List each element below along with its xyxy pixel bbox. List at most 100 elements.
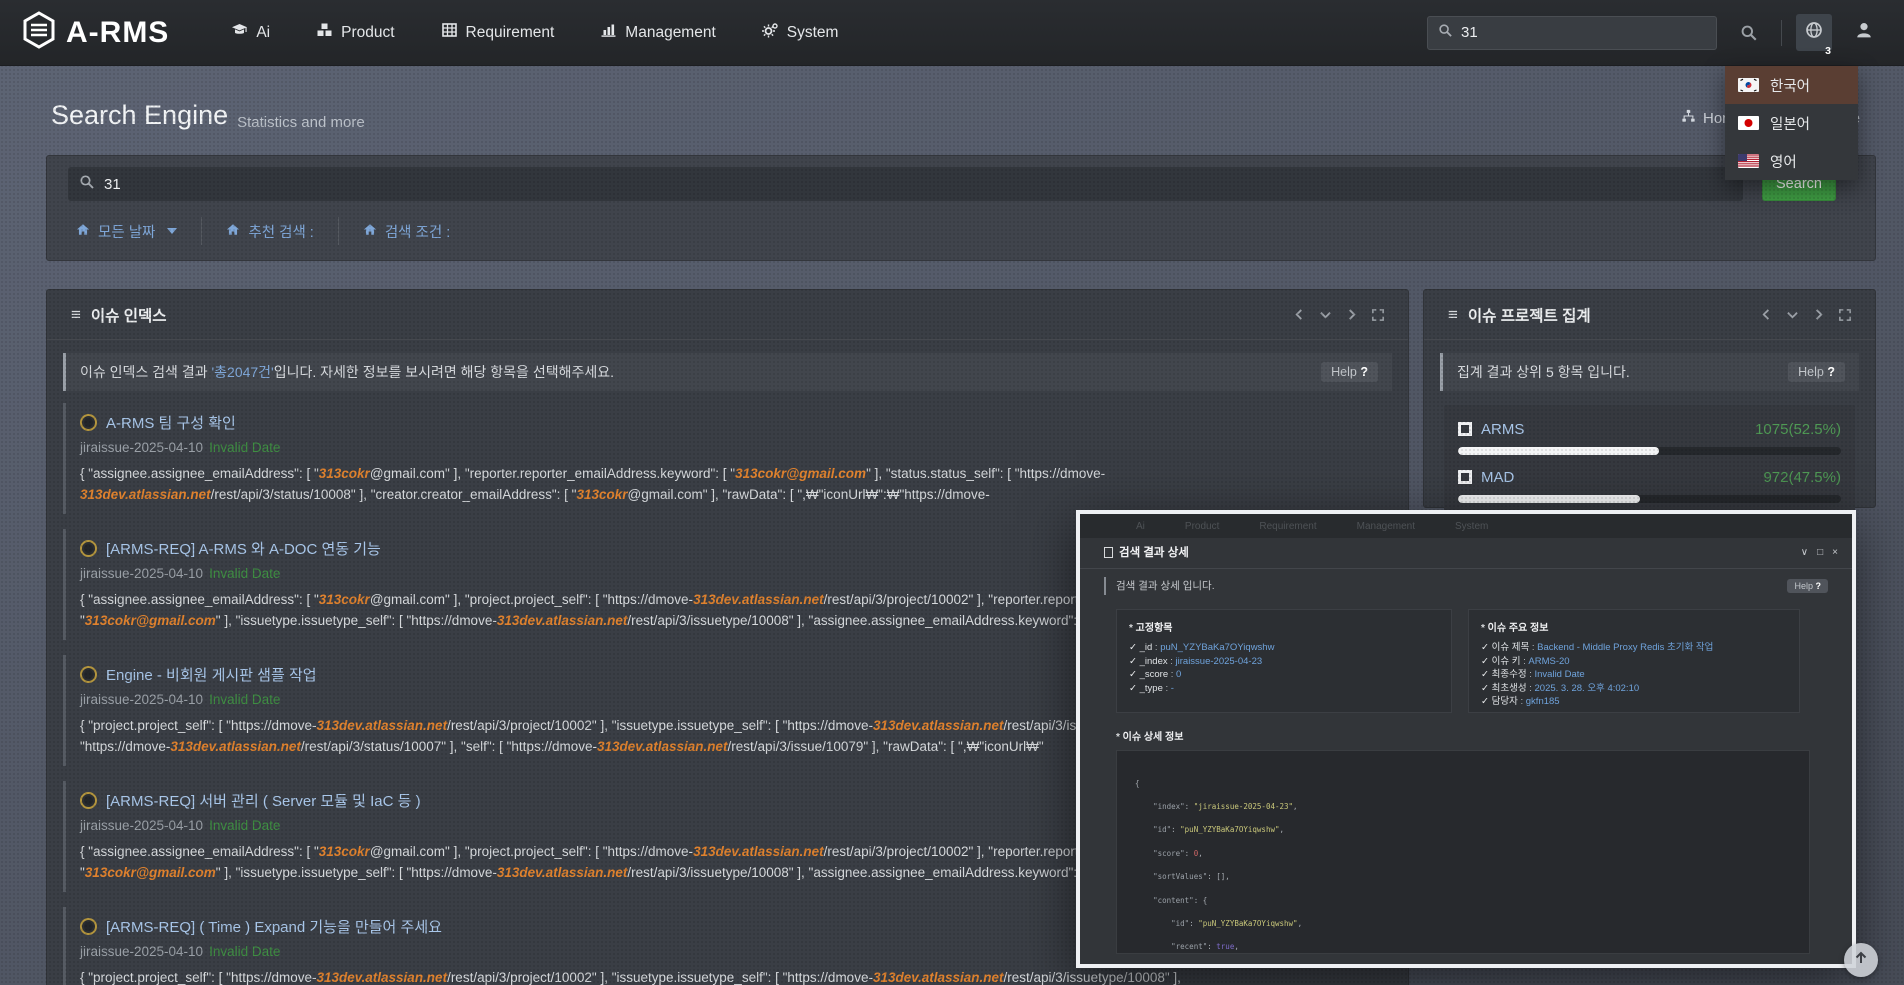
brand-text: A-RMS — [66, 16, 169, 50]
filter-recommended-search[interactable]: 추천 검색 : — [202, 221, 337, 242]
graduation-cap-icon — [231, 22, 248, 43]
invalid-date-label: Invalid Date — [209, 692, 280, 707]
progress-bar-fill — [1458, 495, 1640, 503]
language-count-badge: 3 — [1825, 45, 1831, 57]
app: A-RMS Ai Product Requirement Management … — [0, 0, 1904, 985]
help-badge: Help ? — [1321, 362, 1378, 382]
user-button[interactable] — [1846, 14, 1882, 51]
close-icon[interactable]: × — [1832, 547, 1838, 558]
search-panel: Search 모든 날짜 추천 검색 : 검색 조건 : — [46, 155, 1876, 261]
field-row: _score0 — [1129, 668, 1439, 682]
field-row: 최초생성2025. 3. 28. 오후 4:02:10 — [1481, 682, 1787, 696]
project-checkbox[interactable] — [1458, 470, 1472, 484]
field-row: 담당자gkfn185 — [1481, 695, 1787, 709]
navbar-right: 3 — [1427, 14, 1882, 51]
maximize-icon[interactable]: □ — [1817, 547, 1823, 558]
project-count: 1075(52.5%) — [1755, 421, 1841, 438]
minimize-icon[interactable]: ∨ — [1801, 547, 1808, 558]
expand-icon[interactable] — [1372, 309, 1384, 321]
aggregation-list: ARMS 1075(52.5%) MAD 972(47.5%) — [1444, 405, 1855, 524]
aggregation-title: ≡ 이슈 프로젝트 집계 — [1448, 304, 1591, 326]
home-icon — [76, 223, 90, 240]
result-count-link[interactable]: '총2047건' — [211, 364, 273, 380]
panel-controls — [1294, 309, 1384, 321]
language-option-korean[interactable]: 한국어 — [1725, 66, 1858, 104]
sitemap-icon — [1681, 109, 1696, 127]
window-controls: ∨ □ × — [1801, 547, 1838, 558]
search-input[interactable] — [104, 176, 1732, 193]
result-meta: jiraissue-2025-04-10Invalid Date — [80, 440, 1392, 455]
result-title-link[interactable]: Engine - 비회원 게시판 샘플 작업 — [106, 664, 317, 685]
expand-icon[interactable] — [1839, 309, 1851, 321]
invalid-date-label: Invalid Date — [209, 818, 280, 833]
language-button[interactable]: 3 — [1796, 14, 1832, 51]
nav-item-requirement[interactable]: Requirement — [441, 22, 555, 43]
help-badge: Help ? — [1787, 579, 1828, 593]
chevron-down-icon — [167, 228, 177, 234]
detail-message: 검색 결과 상세 입니다. Help ? — [1104, 577, 1828, 595]
globe-icon — [1805, 21, 1823, 44]
search-box — [68, 167, 1743, 201]
result-title-link[interactable]: [ARMS-REQ] A-RMS 와 A-DOC 연동 기능 — [106, 538, 381, 559]
scroll-top-button[interactable] — [1844, 943, 1878, 977]
project-label[interactable]: MAD — [1481, 469, 1514, 486]
field-row: 이슈 키ARMS-20 — [1481, 655, 1787, 669]
project-checkbox[interactable] — [1458, 422, 1472, 436]
issue-type-icon — [80, 414, 97, 431]
korea-flag-icon — [1738, 78, 1759, 92]
project-label[interactable]: ARMS — [1481, 421, 1524, 438]
invalid-date-label: Invalid Date — [209, 944, 280, 959]
chevron-left-icon[interactable] — [1761, 309, 1772, 320]
chevron-left-icon[interactable] — [1294, 309, 1305, 320]
aggregation-panel: ≡ 이슈 프로젝트 집계 집계 결과 상위 5 항목 입니다. Help ? A… — [1423, 289, 1876, 508]
chevron-down-icon[interactable] — [1787, 309, 1798, 320]
filter-all-dates[interactable]: 모든 날짜 — [68, 221, 201, 242]
nav-item-ai[interactable]: Ai — [231, 22, 270, 43]
field-row: _indexjiraissue-2025-04-23 — [1129, 655, 1439, 669]
navbar-search — [1427, 16, 1717, 50]
filter-search-conditions[interactable]: 검색 조건 : — [339, 221, 474, 242]
result-json: { "project.project_self": [ "https://dmo… — [80, 967, 1392, 985]
project-count: 972(47.5%) — [1763, 469, 1841, 486]
search-icon — [79, 174, 95, 195]
issue-fields-panel: 이슈 주요 정보 이슈 제목Backend - Middle Proxy Red… — [1468, 609, 1800, 713]
nav-item-management[interactable]: Management — [600, 22, 715, 43]
progress-bar-fill — [1458, 447, 1659, 455]
issue-type-icon — [80, 918, 97, 935]
cubes-icon — [316, 22, 333, 43]
navbar-search-button[interactable] — [1731, 17, 1767, 49]
chevron-right-icon[interactable] — [1813, 309, 1824, 320]
brand-logo[interactable]: A-RMS — [22, 11, 169, 54]
result-title-link[interactable]: A-RMS 팀 구성 확인 — [106, 412, 236, 433]
progress-bar — [1458, 495, 1841, 503]
issue-index-title: ≡ 이슈 인덱스 — [71, 304, 167, 326]
detail-window: Ai Product Requirement Management System… — [1076, 510, 1856, 968]
result-title-link[interactable]: [ARMS-REQ] 서버 관리 ( Server 모듈 및 IaC 등 ) — [106, 790, 421, 811]
chevron-down-icon[interactable] — [1320, 309, 1331, 320]
issue-type-icon — [80, 792, 97, 809]
result-title-link[interactable]: [ARMS-REQ] ( Time ) Expand 기능을 만들어 주세요 — [106, 916, 442, 937]
nav-item-system[interactable]: System — [762, 22, 839, 43]
language-option-english[interactable]: 영어 — [1725, 142, 1858, 180]
issue-type-icon — [80, 666, 97, 683]
page-subtitle: Statistics and more — [237, 114, 365, 131]
japan-flag-icon — [1738, 116, 1759, 130]
json-code-block: { "index": "jiraissue-2025-04-23", "id":… — [1116, 750, 1810, 954]
table-icon — [441, 22, 458, 43]
language-dropdown: 한국어 일본어 영어 — [1725, 66, 1858, 180]
navbar-search-input[interactable] — [1461, 24, 1706, 41]
divider — [1080, 568, 1852, 569]
chevron-right-icon[interactable] — [1346, 309, 1357, 320]
issue-type-icon — [80, 540, 97, 557]
list-icon: ≡ — [1448, 305, 1458, 325]
gears-icon — [762, 22, 779, 43]
user-icon — [1855, 21, 1873, 44]
language-option-japanese[interactable]: 일본어 — [1725, 104, 1858, 142]
issue-detail-section: 이슈 상세 정보 { "index": "jiraissue-2025-04-2… — [1116, 728, 1810, 954]
nav-item-product[interactable]: Product — [316, 22, 394, 43]
main-menu: Ai Product Requirement Management System — [231, 22, 838, 43]
aggregation-row: ARMS 1075(52.5%) — [1458, 416, 1841, 442]
field-row: _type- — [1129, 682, 1439, 696]
field-row: 이슈 제목Backend - Middle Proxy Redis 초기화 작업 — [1481, 641, 1787, 655]
search-filters: 모든 날짜 추천 검색 : 검색 조건 : — [68, 217, 474, 245]
